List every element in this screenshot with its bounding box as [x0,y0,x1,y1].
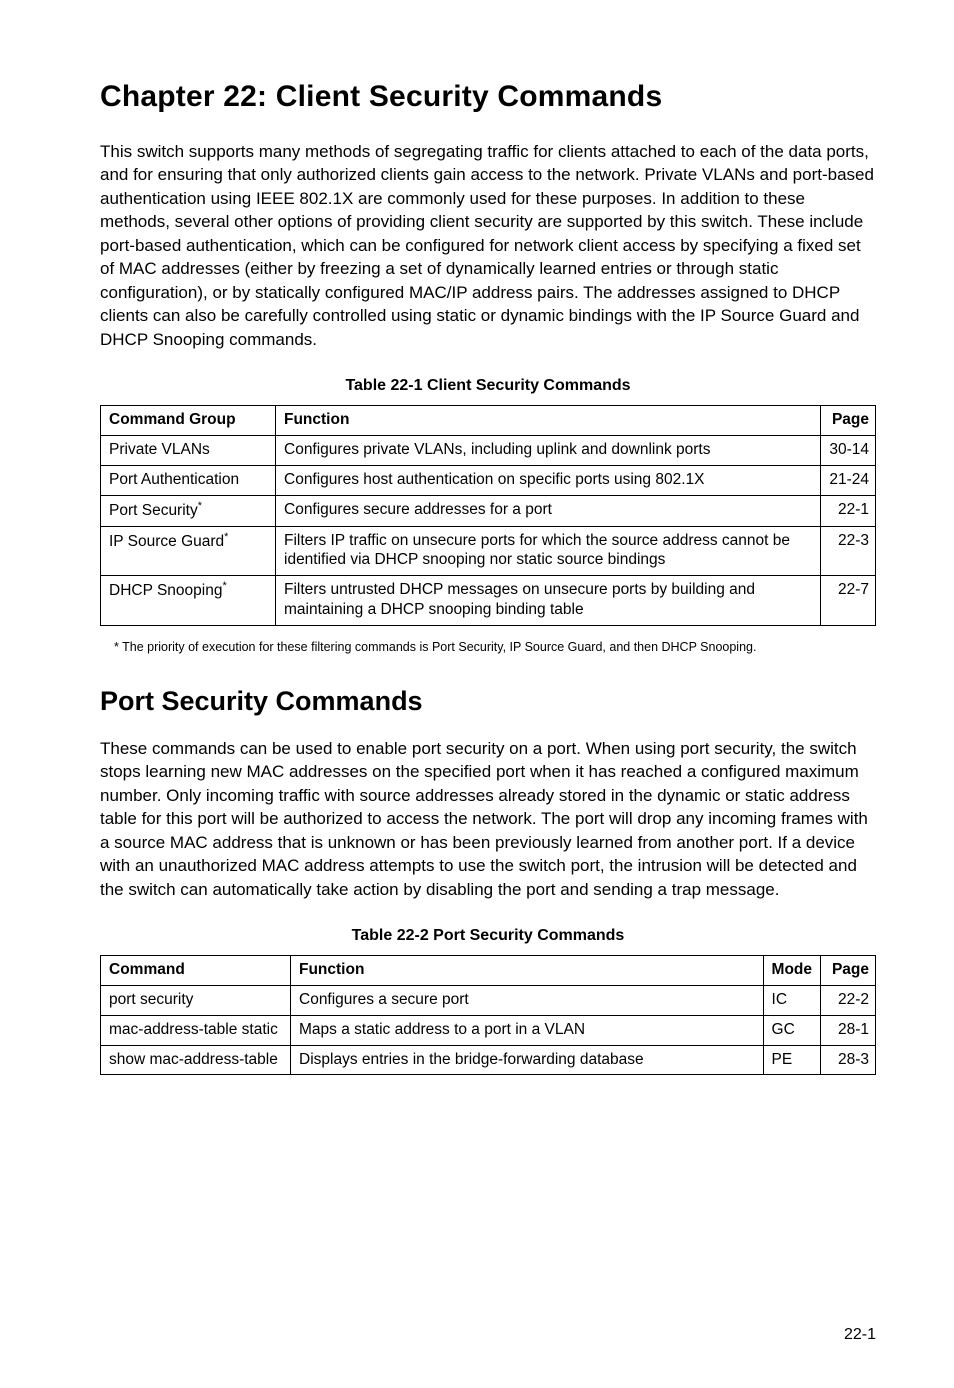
table-2-cell-mode: IC [763,985,820,1015]
table-1-cell-page: 22-1 [821,495,876,526]
table-1-cell-group: Private VLANs [101,435,276,465]
table-1-cell-page: 21-24 [821,465,876,495]
table-1-row: Port Security*Configures secure addresse… [101,495,876,526]
table-2-row: port securityConfigures a secure portIC2… [101,985,876,1015]
table-2-row: mac-address-table staticMaps a static ad… [101,1015,876,1045]
table-1-cell-function: Configures private VLANs, including upli… [276,435,821,465]
footnote-marker: * [224,531,228,543]
table-2-cell-command: show mac-address-table [101,1045,291,1075]
table-1-cell-page: 22-3 [821,526,876,576]
section-body: These commands can be used to enable por… [100,737,876,901]
table-1-header-page: Page [821,406,876,436]
table-1-cell-group: Port Authentication [101,465,276,495]
chapter-title: Chapter 22: Client Security Commands [100,80,876,114]
footnote-marker: * [222,580,226,592]
table-1-cell-group: DHCP Snooping* [101,576,276,626]
table-1-cell-group: IP Source Guard* [101,526,276,576]
table-1-row: Private VLANsConfigures private VLANs, i… [101,435,876,465]
table-1-caption: Table 22-1 Client Security Commands [100,377,876,395]
table-2-cell-command: port security [101,985,291,1015]
table-1-cell-function: Configures host authentication on specif… [276,465,821,495]
table-2: Command Function Mode Page port security… [100,955,876,1075]
table-2-cell-function: Displays entries in the bridge-forwardin… [291,1045,764,1075]
table-2-header-page: Page [821,956,876,986]
table-1: Command Group Function Page Private VLAN… [100,405,876,626]
table-2-header-command: Command [101,956,291,986]
table-1-cell-function: Configures secure addresses for a port [276,495,821,526]
page-number: 22-1 [844,1326,876,1344]
table-1-header-function: Function [276,406,821,436]
table-2-cell-mode: GC [763,1015,820,1045]
chapter-intro: This switch supports many methods of seg… [100,140,876,351]
table-1-row: DHCP Snooping*Filters untrusted DHCP mes… [101,576,876,626]
table-2-cell-command: mac-address-table static [101,1015,291,1045]
table-1-cell-function: Filters IP traffic on unsecure ports for… [276,526,821,576]
table-1-cell-page: 22-7 [821,576,876,626]
table-2-cell-function: Maps a static address to a port in a VLA… [291,1015,764,1045]
table-2-header-mode: Mode [763,956,820,986]
table-2-cell-page: 28-1 [821,1015,876,1045]
table-2-header-row: Command Function Mode Page [101,956,876,986]
footnote-marker: * [198,500,202,512]
table-1-header-row: Command Group Function Page [101,406,876,436]
table-2-cell-mode: PE [763,1045,820,1075]
table-1-cell-function: Filters untrusted DHCP messages on unsec… [276,576,821,626]
table-2-cell-page: 28-3 [821,1045,876,1075]
table-2-cell-function: Configures a secure port [291,985,764,1015]
table-2-header-function: Function [291,956,764,986]
table-2-row: show mac-address-tableDisplays entries i… [101,1045,876,1075]
table-1-row: IP Source Guard*Filters IP traffic on un… [101,526,876,576]
table-2-caption: Table 22-2 Port Security Commands [100,927,876,945]
section-title: Port Security Commands [100,686,876,717]
table-1-cell-page: 30-14 [821,435,876,465]
table-1-header-group: Command Group [101,406,276,436]
table-1-row: Port AuthenticationConfigures host authe… [101,465,876,495]
table-1-cell-group: Port Security* [101,495,276,526]
table-2-cell-page: 22-2 [821,985,876,1015]
table-1-footnote: * The priority of execution for these fi… [114,640,876,654]
